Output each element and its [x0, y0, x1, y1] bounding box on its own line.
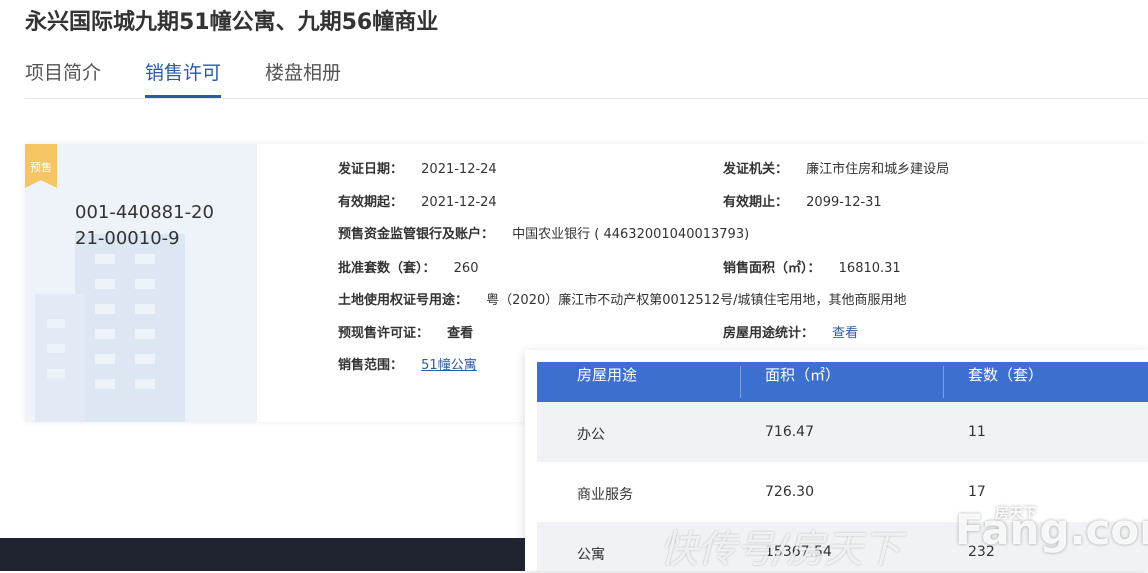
land-label: 土地使用权证号用途：	[338, 293, 469, 308]
tab-divider	[25, 98, 1148, 99]
cell-usage: 办公	[577, 427, 605, 443]
valid-to-label: 有效期止：	[723, 195, 789, 210]
presale-row: 预现售许可证： 查看	[338, 322, 473, 341]
watermark-text: 快传号/房天下	[660, 527, 901, 571]
bank-row: 预售资金监管银行及账户： 中国农业银行 ( 44632001040013793)	[338, 223, 749, 242]
area-label: 销售面积（㎡）：	[723, 261, 821, 276]
valid-to-row: 有效期止： 2099-12-31	[723, 191, 882, 210]
area-value: 16810.31	[838, 261, 901, 276]
scope-link[interactable]: 51幢公寓	[421, 358, 477, 373]
presale-view-link[interactable]: 查看	[447, 326, 473, 341]
issue-date-row: 发证日期： 2021-12-24	[338, 158, 497, 177]
watermark-logo: 房天下 Fang.com	[955, 505, 1148, 554]
footer-bar	[0, 538, 525, 571]
usage-stats-label: 房屋用途统计：	[723, 326, 815, 341]
tab-sales-permit[interactable]: 销售许可	[145, 58, 222, 98]
authority-row: 发证机关： 廉江市住房和城乡建设局	[723, 158, 949, 177]
authority-label: 发证机关：	[723, 162, 789, 177]
header-units: 套数（套）	[968, 366, 1044, 384]
units-label: 批准套数（套）：	[338, 261, 436, 276]
tab-photo-album[interactable]: 楼盘相册	[265, 58, 341, 95]
cell-units: 11	[968, 424, 986, 440]
header-usage: 房屋用途	[577, 366, 638, 384]
area-row: 销售面积（㎡）： 16810.31	[723, 257, 901, 276]
usage-stats-view-link[interactable]: 查看	[832, 326, 858, 341]
cell-usage: 公寓	[577, 547, 605, 563]
permit-number: 001-440881-2021-00010-9	[75, 202, 214, 249]
cell-area: 716.47	[765, 424, 814, 440]
table-row: 办公 716.47 11	[537, 402, 1148, 462]
issue-date-value: 2021-12-24	[421, 162, 497, 177]
bank-value: 中国农业银行 ( 44632001040013793)	[512, 227, 750, 242]
bank-label: 预售资金监管银行及账户：	[338, 227, 495, 242]
valid-from-value: 2021-12-24	[421, 195, 497, 210]
units-row: 批准套数（套）： 260	[338, 257, 478, 276]
presale-badge: 预售	[25, 144, 57, 188]
cell-usage: 商业服务	[577, 487, 633, 503]
valid-from-label: 有效期起：	[338, 195, 404, 210]
header-area: 面积（㎡）	[765, 366, 841, 384]
building-icon	[35, 234, 185, 422]
valid-from-row: 有效期起： 2021-12-24	[338, 191, 497, 210]
usage-table-header: 房屋用途 面积（㎡） 套数（套）	[537, 362, 1148, 402]
scope-row: 销售范围： 51幢公寓	[338, 354, 477, 373]
page-title: 永兴国际城九期51幢公寓、九期56幢商业	[25, 10, 439, 35]
issue-date-label: 发证日期：	[338, 162, 404, 177]
cell-area: 726.30	[765, 484, 814, 500]
watermark-logo-small: 房天下	[995, 506, 1037, 522]
usage-stats-row: 房屋用途统计： 查看	[723, 322, 858, 341]
land-row: 土地使用权证号用途： 粤（2020）廉江市不动产权第0012512号/城镇住宅用…	[338, 289, 907, 308]
scope-label: 销售范围：	[338, 358, 404, 373]
valid-to-value: 2099-12-31	[806, 195, 882, 210]
units-value: 260	[453, 261, 479, 276]
presale-label: 预现售许可证：	[338, 326, 430, 341]
cell-units: 17	[968, 484, 986, 500]
tab-project-intro[interactable]: 项目简介	[25, 58, 101, 95]
header-divider	[740, 366, 741, 398]
authority-value: 廉江市住房和城乡建设局	[806, 162, 950, 177]
watermark-logo-text: Fang.com	[955, 505, 1148, 554]
header-divider	[943, 366, 944, 398]
land-value: 粤（2020）廉江市不动产权第0012512号/城镇住宅用地，其他商服用地	[486, 293, 907, 308]
permit-card-left: 预售 001-440881-2021-00010-9	[25, 144, 257, 422]
